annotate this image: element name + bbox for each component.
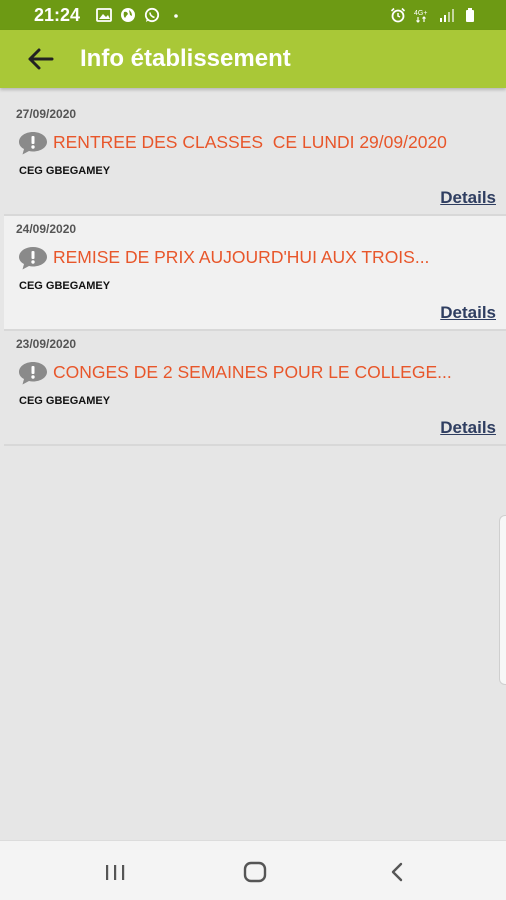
notice-list: 27/09/2020 RENTREE DES CLASSES CE LUNDI … bbox=[4, 101, 506, 446]
notice-card[interactable]: 27/09/2020 RENTREE DES CLASSES CE LUNDI … bbox=[4, 101, 506, 216]
back-icon bbox=[391, 862, 403, 882]
notice-title: RENTREE DES CLASSES CE LUNDI 29/09/2020 bbox=[53, 132, 447, 152]
back-button[interactable] bbox=[22, 44, 58, 74]
edge-panel-handle[interactable] bbox=[499, 515, 506, 685]
dot-icon bbox=[174, 14, 178, 18]
notice-title: REMISE DE PRIX AUJOURD'HUI AUX TROIS... bbox=[53, 247, 430, 267]
notice-school: CEG GBEGAMEY bbox=[19, 165, 111, 177]
page-title: Info établissement bbox=[80, 45, 291, 72]
details-link[interactable]: Details bbox=[440, 188, 496, 208]
notice-date: 24/09/2020 bbox=[16, 222, 77, 236]
battery-icon bbox=[466, 8, 474, 22]
globe-icon bbox=[121, 8, 135, 22]
alert-message-icon bbox=[19, 247, 47, 270]
app-bar: Info établissement bbox=[0, 30, 506, 88]
alert-message-icon bbox=[19, 362, 47, 385]
details-link[interactable]: Details bbox=[440, 303, 496, 323]
recent-apps-button[interactable] bbox=[100, 859, 130, 885]
notice-card[interactable]: 24/09/2020 REMISE DE PRIX AUJOURD'HUI AU… bbox=[4, 216, 506, 331]
details-link[interactable]: Details bbox=[440, 418, 496, 438]
image-icon bbox=[96, 8, 112, 22]
notice-title: CONGES DE 2 SEMAINES POUR LE COLLEGE... bbox=[53, 362, 452, 382]
navigation-bar bbox=[0, 840, 506, 900]
home-icon bbox=[243, 861, 267, 883]
notice-date: 23/09/2020 bbox=[16, 337, 77, 351]
whatsapp-icon bbox=[144, 7, 160, 23]
status-time: 21:24 bbox=[34, 5, 81, 25]
alert-message-icon bbox=[19, 132, 47, 155]
alarm-icon bbox=[390, 7, 406, 23]
network-4g-icon: 4G+ bbox=[414, 10, 427, 23]
status-system-icons: 4G+ bbox=[390, 7, 478, 23]
status-notification-icons bbox=[96, 7, 184, 23]
arrow-left-icon bbox=[28, 48, 54, 70]
notice-school: CEG GBEGAMEY bbox=[19, 395, 111, 407]
recent-apps-icon bbox=[106, 865, 125, 880]
notice-date: 27/09/2020 bbox=[16, 107, 77, 121]
signal-icon bbox=[440, 9, 454, 22]
system-back-button[interactable] bbox=[382, 859, 412, 885]
notice-card[interactable]: 23/09/2020 CONGES DE 2 SEMAINES POUR LE … bbox=[4, 331, 506, 446]
status-bar: 21:24 4G+ bbox=[0, 0, 506, 30]
svg-text:4G+: 4G+ bbox=[414, 10, 427, 17]
notice-school: CEG GBEGAMEY bbox=[19, 280, 111, 292]
home-button[interactable] bbox=[240, 859, 270, 885]
